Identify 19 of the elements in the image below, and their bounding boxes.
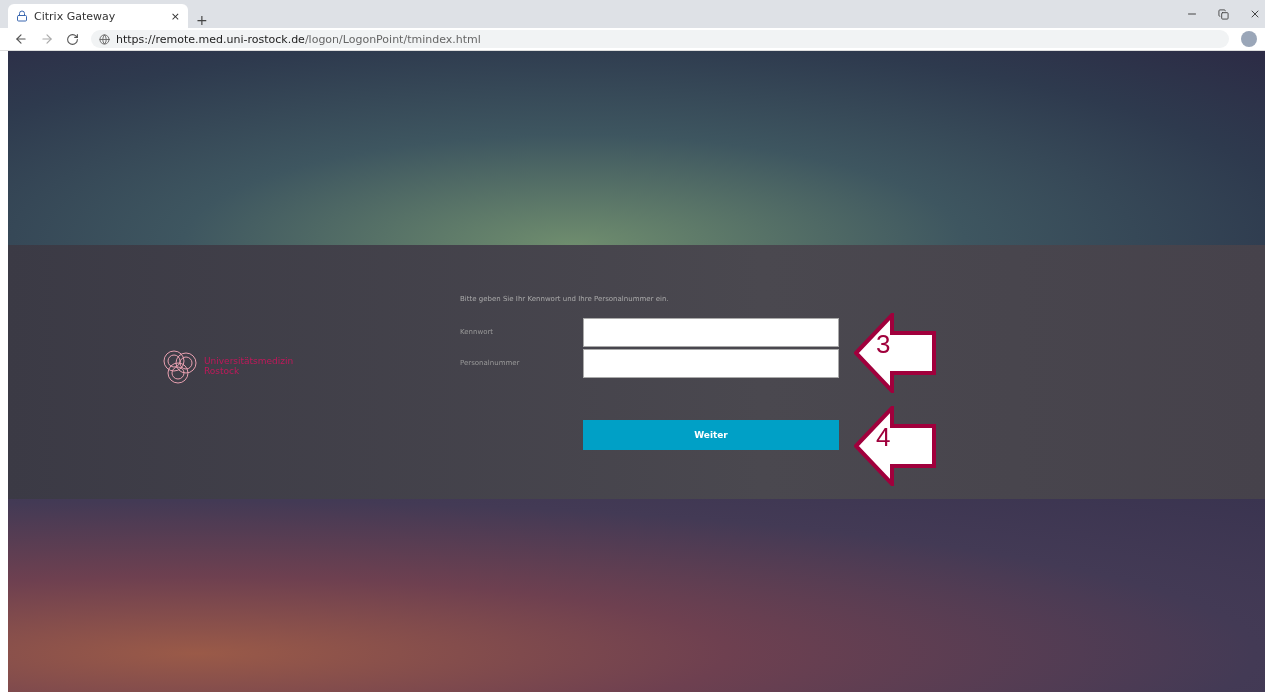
tab-title: Citrix Gateway [34, 9, 117, 23]
input-field[interactable] [583, 317, 839, 347]
back-icon[interactable] [14, 32, 28, 46]
globe-icon [99, 33, 110, 45]
tab-close-button[interactable]: × [170, 9, 180, 23]
address-bar[interactable]: https://remote.med.uni-rostock.de/logon/LogonPoint/tmindex.html [91, 30, 1229, 48]
url-text: https://remote.med.uni-rostock.de/logon/LogonPoint/tmindex.html [116, 32, 481, 46]
reload-icon[interactable] [66, 32, 79, 46]
logo-icon [160, 347, 200, 387]
logo-text: Rostock [204, 367, 241, 377]
new-tab-button[interactable]: + [188, 12, 216, 28]
arrow-callout: 4 [854, 406, 938, 486]
close-icon[interactable] [1249, 8, 1261, 20]
logo-text: Universitätsmedizin [204, 357, 294, 367]
lock-icon [16, 10, 28, 22]
restore-icon[interactable] [1218, 8, 1229, 20]
input-field[interactable] [583, 348, 839, 378]
browser-tab[interactable]: Citrix Gateway × [8, 4, 188, 28]
arrow-callout: 3 [854, 313, 938, 393]
